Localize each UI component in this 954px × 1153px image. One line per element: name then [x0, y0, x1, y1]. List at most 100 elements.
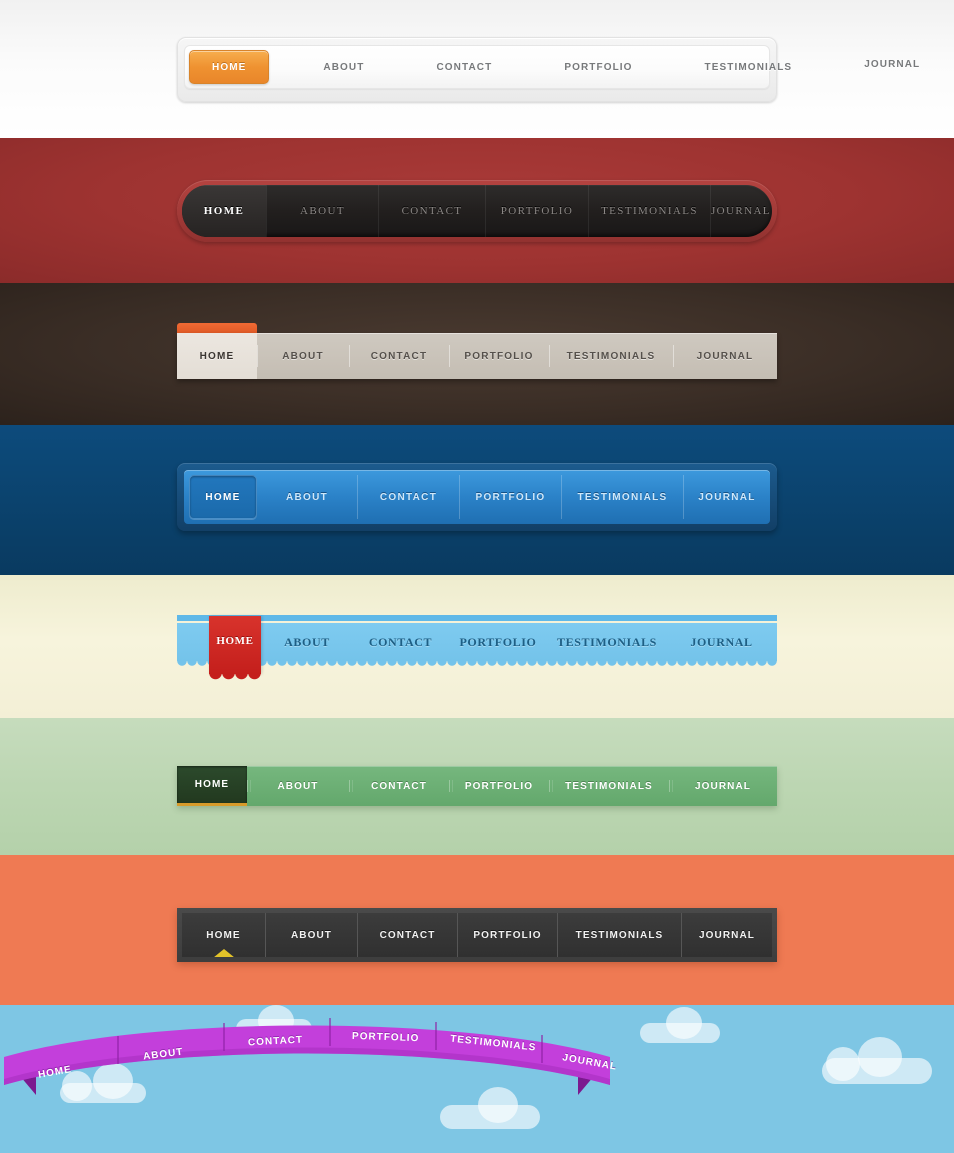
nav-label: TESTIMONIALS — [575, 929, 664, 941]
nav-label: PORTFOLIO — [564, 61, 633, 73]
nav-label: ABOUT — [277, 780, 319, 792]
nav-label: ABOUT — [300, 205, 345, 217]
nav-label: HOME — [203, 205, 245, 217]
nav-tab-brown: HOME ABOUT CONTACT PORTFOLIO TESTIMONIAL… — [177, 323, 777, 389]
section-tab-brown: HOME ABOUT CONTACT PORTFOLIO TESTIMONIAL… — [0, 283, 954, 425]
nav-label: TESTIMONIALS — [566, 350, 656, 362]
nav-item-portfolio[interactable]: PORTFOLIO — [448, 623, 548, 661]
nav-item-about[interactable]: ABOUT — [257, 475, 357, 519]
nav-label: CONTACT — [368, 634, 433, 649]
nav-label: CONTACT — [379, 929, 436, 941]
nav-item-about[interactable]: ABOUT — [261, 623, 353, 661]
cloud-icon — [826, 1047, 860, 1081]
nav-label: CONTACT — [379, 491, 438, 503]
nav-item-home[interactable]: HOME — [182, 913, 266, 957]
nav-item-contact[interactable]: CONTACT — [358, 913, 458, 957]
nav-item-journal[interactable]: JOURNAL — [673, 333, 777, 379]
nav-label: JOURNAL — [696, 350, 754, 362]
nav-item-contact[interactable]: CONTACT — [353, 623, 448, 661]
nav-item-portfolio[interactable]: PORTFOLIO — [485, 185, 588, 237]
nav-item-about[interactable]: ABOUT — [247, 766, 349, 806]
cloud-icon — [666, 1007, 702, 1039]
nav-label: CONTACT — [371, 780, 427, 792]
nav-item-home[interactable]: HOME — [189, 50, 270, 84]
nav-item-home[interactable]: HOME — [182, 185, 266, 237]
nav-item-testimonials[interactable]: TESTIMONIALS — [549, 766, 669, 806]
nav-item-journal[interactable]: JOURNAL — [666, 623, 777, 661]
nav-purple-ribbon: HOME ABOUT CONTACT PORTFOLIO TESTIMONIAL… — [0, 1005, 618, 1105]
nav-label: ABOUT — [285, 491, 329, 503]
cloud-icon — [858, 1037, 902, 1077]
nav-item-contact[interactable]: CONTACT — [418, 50, 510, 84]
awning-top-rail — [177, 615, 777, 621]
nav-label: ABOUT — [290, 929, 333, 941]
nav-awning: ABOUT CONTACT PORTFOLIO TESTIMONIALS JOU… — [177, 615, 777, 685]
nav-label: TESTIMONIALS — [704, 61, 793, 73]
section-awning: ABOUT CONTACT PORTFOLIO TESTIMONIALS JOU… — [0, 575, 954, 718]
nav-item-testimonials[interactable]: TESTIMONIALS — [588, 185, 710, 237]
nav-spacer — [810, 50, 846, 84]
nav-item-portfolio[interactable]: PORTFOLIO — [449, 333, 549, 379]
nav-item-journal[interactable]: JOURNAL — [669, 766, 777, 806]
nav-light-glossy: HOME ABOUT CONTACT PORTFOLIO TESTIMONIAL… — [177, 37, 919, 102]
nav-label: TESTIMONIALS — [601, 205, 698, 217]
ribbon-band — [4, 1025, 610, 1085]
nav-label: PORTFOLIO — [464, 350, 534, 362]
nav-label: HOME — [199, 350, 235, 362]
nav-label: TESTIMONIALS — [557, 634, 657, 649]
nav-item-contact[interactable]: CONTACT — [378, 185, 485, 237]
awning-scallop-edge — [177, 661, 777, 670]
nav-item-testimonials[interactable]: TESTIMONIALS — [548, 623, 666, 661]
section-green: HOME ABOUT CONTACT PORTFOLIO TESTIMONIAL… — [0, 718, 954, 855]
nav-item-about[interactable]: ABOUT — [266, 185, 378, 237]
nav-spacer — [382, 50, 418, 84]
nav-item-about[interactable]: ABOUT — [257, 333, 349, 379]
nav-label: ABOUT — [284, 634, 330, 649]
nav-spacer — [269, 50, 305, 84]
nav-blue: HOME ABOUT CONTACT PORTFOLIO TESTIMONIAL… — [177, 463, 777, 531]
nav-item-journal[interactable]: JOURNAL — [682, 913, 772, 957]
nav-green: HOME ABOUT CONTACT PORTFOLIO TESTIMONIAL… — [177, 766, 777, 806]
nav-item-portfolio[interactable]: PORTFOLIO — [546, 50, 650, 84]
nav-item-contact[interactable]: CONTACT — [357, 475, 459, 519]
section-dark-pill: HOME ABOUT CONTACT PORTFOLIO TESTIMONIAL… — [0, 138, 954, 283]
nav-label: PORTFOLIO — [475, 491, 546, 503]
nav-label: ABOUT — [282, 350, 324, 362]
nav-label: JOURNAL — [690, 634, 753, 649]
nav-list-dark-pill: HOME ABOUT CONTACT PORTFOLIO TESTIMONIAL… — [182, 185, 772, 237]
nav-item-about[interactable]: ABOUT — [305, 50, 382, 84]
nav-spacer — [651, 50, 687, 84]
nav-item-about[interactable]: ABOUT — [266, 913, 358, 957]
triangle-up-icon — [207, 949, 240, 957]
nav-item-contact[interactable]: CONTACT — [349, 333, 449, 379]
nav-item-home[interactable]: HOME — [209, 616, 261, 682]
nav-label: JOURNAL — [694, 780, 752, 792]
nav-item-contact[interactable]: CONTACT — [349, 766, 449, 806]
nav-list-awning: ABOUT CONTACT PORTFOLIO TESTIMONIALS JOU… — [177, 623, 777, 661]
nav-label: CONTACT — [370, 350, 428, 362]
nav-item-testimonials[interactable]: TESTIMONIALS — [549, 333, 673, 379]
nav-label: TESTIMONIALS — [565, 780, 653, 792]
nav-item-home[interactable]: HOME — [177, 766, 247, 806]
nav-item-testimonials[interactable]: TESTIMONIALS — [561, 475, 683, 519]
nav-item-portfolio[interactable]: PORTFOLIO — [352, 1031, 420, 1044]
nav-item-portfolio[interactable]: PORTFOLIO — [449, 766, 549, 806]
active-tab-indicator — [177, 323, 257, 333]
section-light-glossy: HOME ABOUT CONTACT PORTFOLIO TESTIMONIAL… — [0, 0, 954, 138]
nav-label: ABOUT — [323, 61, 365, 73]
nav-label: JOURNAL — [711, 205, 771, 217]
nav-item-testimonials[interactable]: TESTIMONIALS — [687, 50, 811, 84]
nav-item-journal[interactable]: JOURNAL — [683, 475, 770, 519]
nav-item-portfolio[interactable]: PORTFOLIO — [458, 913, 558, 957]
nav-list-dark-segment: HOME ABOUT CONTACT PORTFOLIO TESTIMONIAL… — [182, 913, 772, 957]
section-purple-ribbon: HOME ABOUT CONTACT PORTFOLIO TESTIMONIAL… — [0, 1005, 954, 1153]
nav-item-testimonials[interactable]: TESTIMONIALS — [558, 913, 682, 957]
nav-item-journal[interactable]: JOURNAL — [846, 50, 938, 84]
nav-item-home[interactable]: HOME — [189, 475, 257, 519]
nav-label: HOME — [205, 491, 241, 503]
nav-dark-segment: HOME ABOUT CONTACT PORTFOLIO TESTIMONIAL… — [177, 908, 777, 962]
nav-item-portfolio[interactable]: PORTFOLIO — [459, 475, 561, 519]
nav-item-home[interactable]: HOME — [177, 333, 257, 379]
nav-item-journal[interactable]: JOURNAL — [710, 185, 772, 237]
nav-label: PORTFOLIO — [459, 634, 537, 649]
